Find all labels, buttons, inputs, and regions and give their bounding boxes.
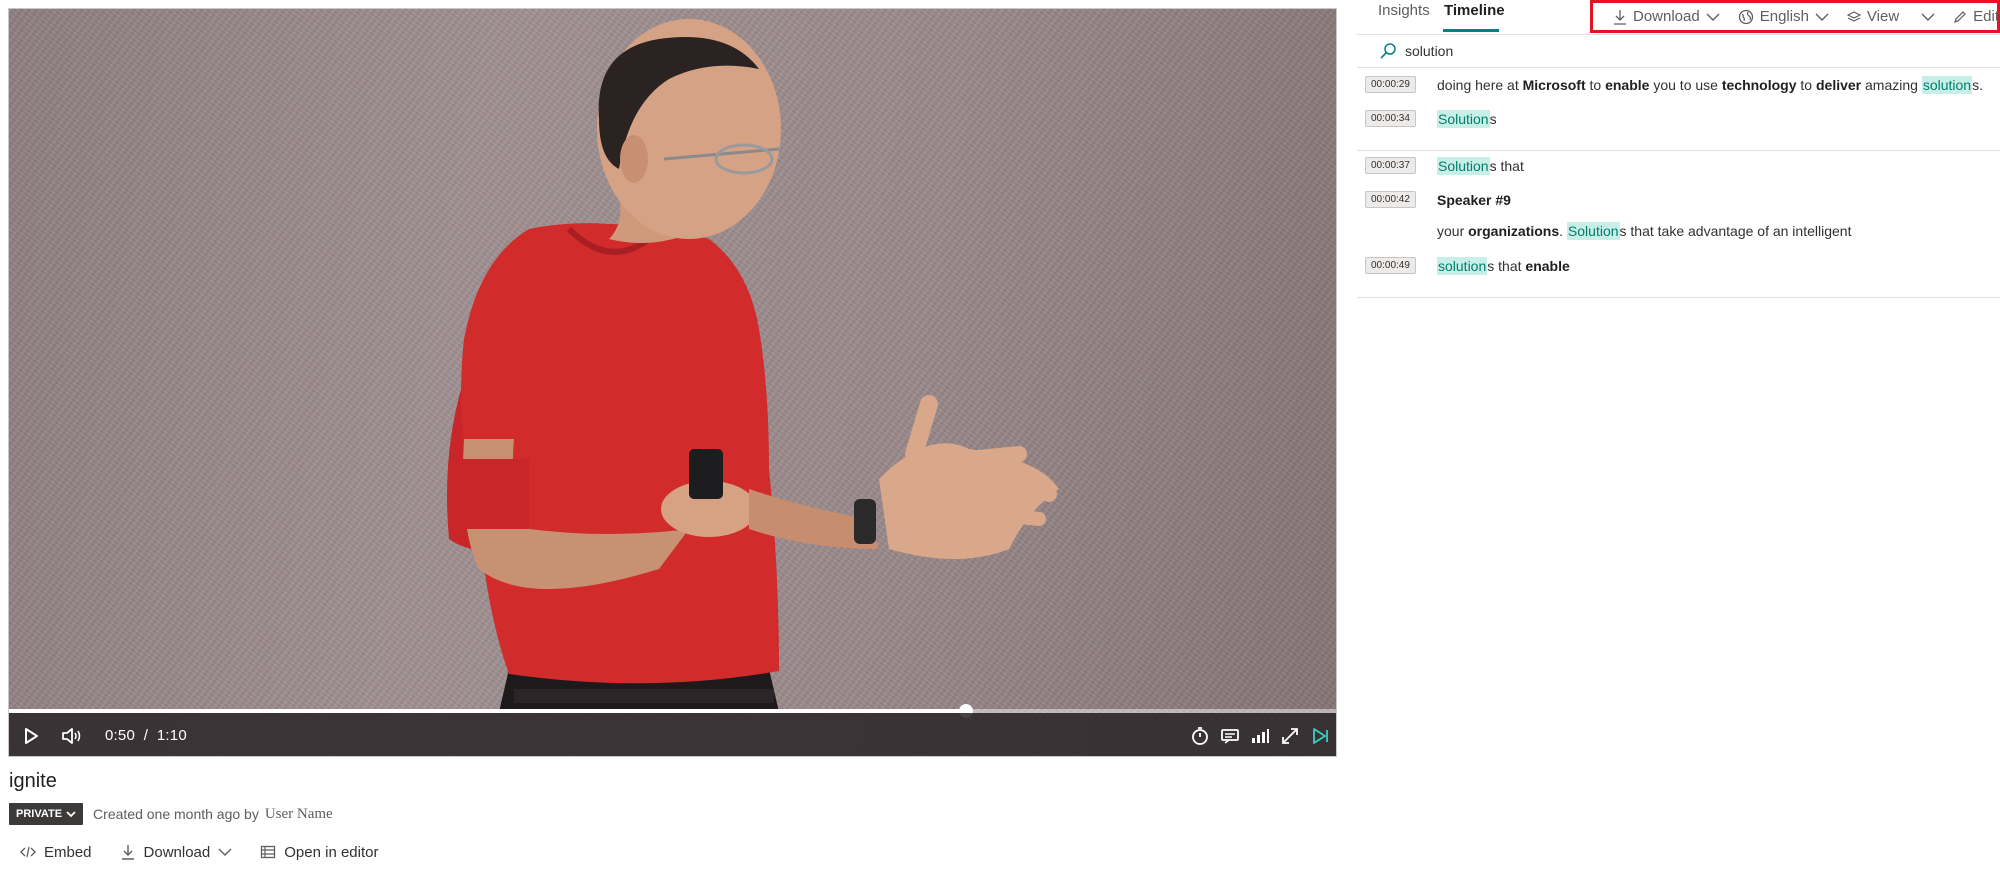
- privacy-label: PRIVATE: [16, 808, 63, 820]
- keyword: enable: [1605, 77, 1650, 93]
- pencil-icon: [1954, 10, 1967, 23]
- search-highlight: Solution: [1437, 157, 1490, 175]
- video-title: ignite: [9, 770, 57, 792]
- open-in-editor-label: Open in editor: [284, 843, 379, 861]
- panel-tabs: Insights Timeline Download English View …: [1357, 0, 2000, 35]
- quality-icon[interactable]: [1250, 727, 1270, 745]
- video-actions: Embed Download Open in editor: [20, 843, 406, 861]
- keyword: deliver: [1815, 77, 1862, 93]
- current-time: 0:50: [105, 727, 135, 744]
- player-controls: 0:50 / 1:10: [9, 713, 1336, 756]
- text-segment: you to use: [1649, 77, 1722, 93]
- text-segment: s that: [1487, 258, 1526, 274]
- chevron-down-icon: [1921, 13, 1935, 21]
- download-icon: [121, 845, 134, 860]
- transcript-line: solutions that enable: [1437, 257, 1570, 275]
- transcript-line: your organizations. Solutions that take …: [1437, 222, 1852, 240]
- section-divider: [1357, 297, 2000, 298]
- keyword: technology: [1721, 77, 1797, 93]
- created-text: Created one month ago by: [93, 806, 259, 822]
- layers-icon: [1846, 10, 1861, 22]
- language-dropdown[interactable]: English: [1738, 8, 1829, 25]
- keyword: enable: [1525, 258, 1570, 274]
- playback-time: 0:50 / 1:10: [105, 727, 187, 744]
- captions-icon[interactable]: [1220, 727, 1240, 745]
- play-icon[interactable]: [23, 727, 39, 745]
- embed-button[interactable]: Embed: [20, 844, 92, 861]
- download-label: Download: [143, 843, 211, 861]
- transcript-line: Solutions that: [1437, 157, 1524, 175]
- view-dropdown[interactable]: View: [1846, 8, 1935, 25]
- text-segment: s.: [1972, 77, 1983, 93]
- search-highlight: Solution: [1566, 222, 1620, 240]
- speaker-label: Speaker #9: [1437, 192, 1511, 208]
- text-segment: s that: [1489, 158, 1524, 174]
- chevron-down-icon: [1815, 13, 1829, 21]
- toolbar-download-button[interactable]: Download: [1613, 8, 1720, 25]
- owner-name: User Name: [264, 805, 333, 822]
- section-divider: [1357, 150, 2000, 151]
- timestamp-badge[interactable]: 00:00:29: [1365, 76, 1416, 93]
- tab-insights[interactable]: Insights: [1378, 2, 1430, 19]
- text-segment: to: [1796, 77, 1816, 93]
- text-segment: s: [1489, 111, 1497, 127]
- view-label: View: [1866, 8, 1900, 25]
- chevron-down-icon: [218, 848, 232, 856]
- chevron-down-icon: [66, 811, 76, 818]
- volume-icon[interactable]: [61, 727, 83, 745]
- video-meta: PRIVATE Created one month ago by User Na…: [9, 803, 333, 825]
- chevron-down-icon: [1706, 13, 1720, 21]
- panel-toolbar: Download English View Edit: [1590, 0, 2000, 33]
- text-segment: s that take advantage of an intelligent: [1619, 223, 1852, 239]
- transcript-search[interactable]: solution: [1379, 42, 1453, 60]
- tab-timeline[interactable]: Timeline: [1444, 2, 1505, 19]
- text-segment: to: [1585, 77, 1606, 93]
- search-highlight: solution: [1921, 76, 1973, 94]
- fullscreen-icon[interactable]: [1280, 726, 1300, 746]
- active-tab-indicator: [1443, 29, 1499, 32]
- search-input[interactable]: solution: [1405, 43, 1453, 59]
- transcript-line: Solutions: [1437, 110, 1497, 128]
- video-frame-speaker: [447, 19, 1059, 712]
- timestamp-badge[interactable]: 00:00:42: [1365, 191, 1416, 208]
- privacy-dropdown[interactable]: PRIVATE: [9, 803, 84, 825]
- text-segment: .: [1559, 223, 1567, 239]
- duration: 1:10: [156, 727, 187, 744]
- globe-icon: [1738, 9, 1753, 24]
- film-icon: [261, 845, 276, 859]
- embed-label: Embed: [44, 843, 92, 861]
- keyword: organizations: [1468, 223, 1560, 239]
- timestamp-badge[interactable]: 00:00:37: [1365, 157, 1416, 174]
- text-segment: doing here at: [1437, 77, 1523, 93]
- search-divider: [1357, 67, 2000, 68]
- insights-panel: Insights Timeline Download English View …: [1357, 0, 2000, 875]
- edit-label: Edit: [1973, 8, 2000, 25]
- text-segment: amazing: [1861, 77, 1922, 93]
- timestamp-badge[interactable]: 00:00:34: [1365, 110, 1416, 127]
- timer-icon[interactable]: [1190, 726, 1210, 746]
- play-next-icon[interactable]: [1310, 726, 1330, 746]
- timestamp-badge[interactable]: 00:00:49: [1365, 257, 1416, 274]
- search-highlight: Solution: [1437, 110, 1490, 128]
- search-icon: [1380, 43, 1396, 59]
- open-in-editor-button[interactable]: Open in editor: [260, 844, 378, 861]
- download-icon: [1614, 9, 1626, 25]
- time-separator: /: [143, 727, 149, 744]
- download-button[interactable]: Download: [120, 843, 233, 861]
- video-player[interactable]: 0:50 / 1:10: [8, 8, 1337, 757]
- text-segment: your: [1437, 223, 1469, 239]
- toolbar-download-label: Download: [1633, 8, 1700, 25]
- transcript-line: doing here at Microsoft to enable you to…: [1437, 76, 1983, 94]
- search-highlight: solution: [1437, 257, 1488, 275]
- language-label: English: [1759, 8, 1809, 25]
- edit-button[interactable]: Edit: [1953, 8, 1999, 25]
- code-icon: [20, 846, 36, 858]
- keyword: Microsoft: [1522, 77, 1586, 93]
